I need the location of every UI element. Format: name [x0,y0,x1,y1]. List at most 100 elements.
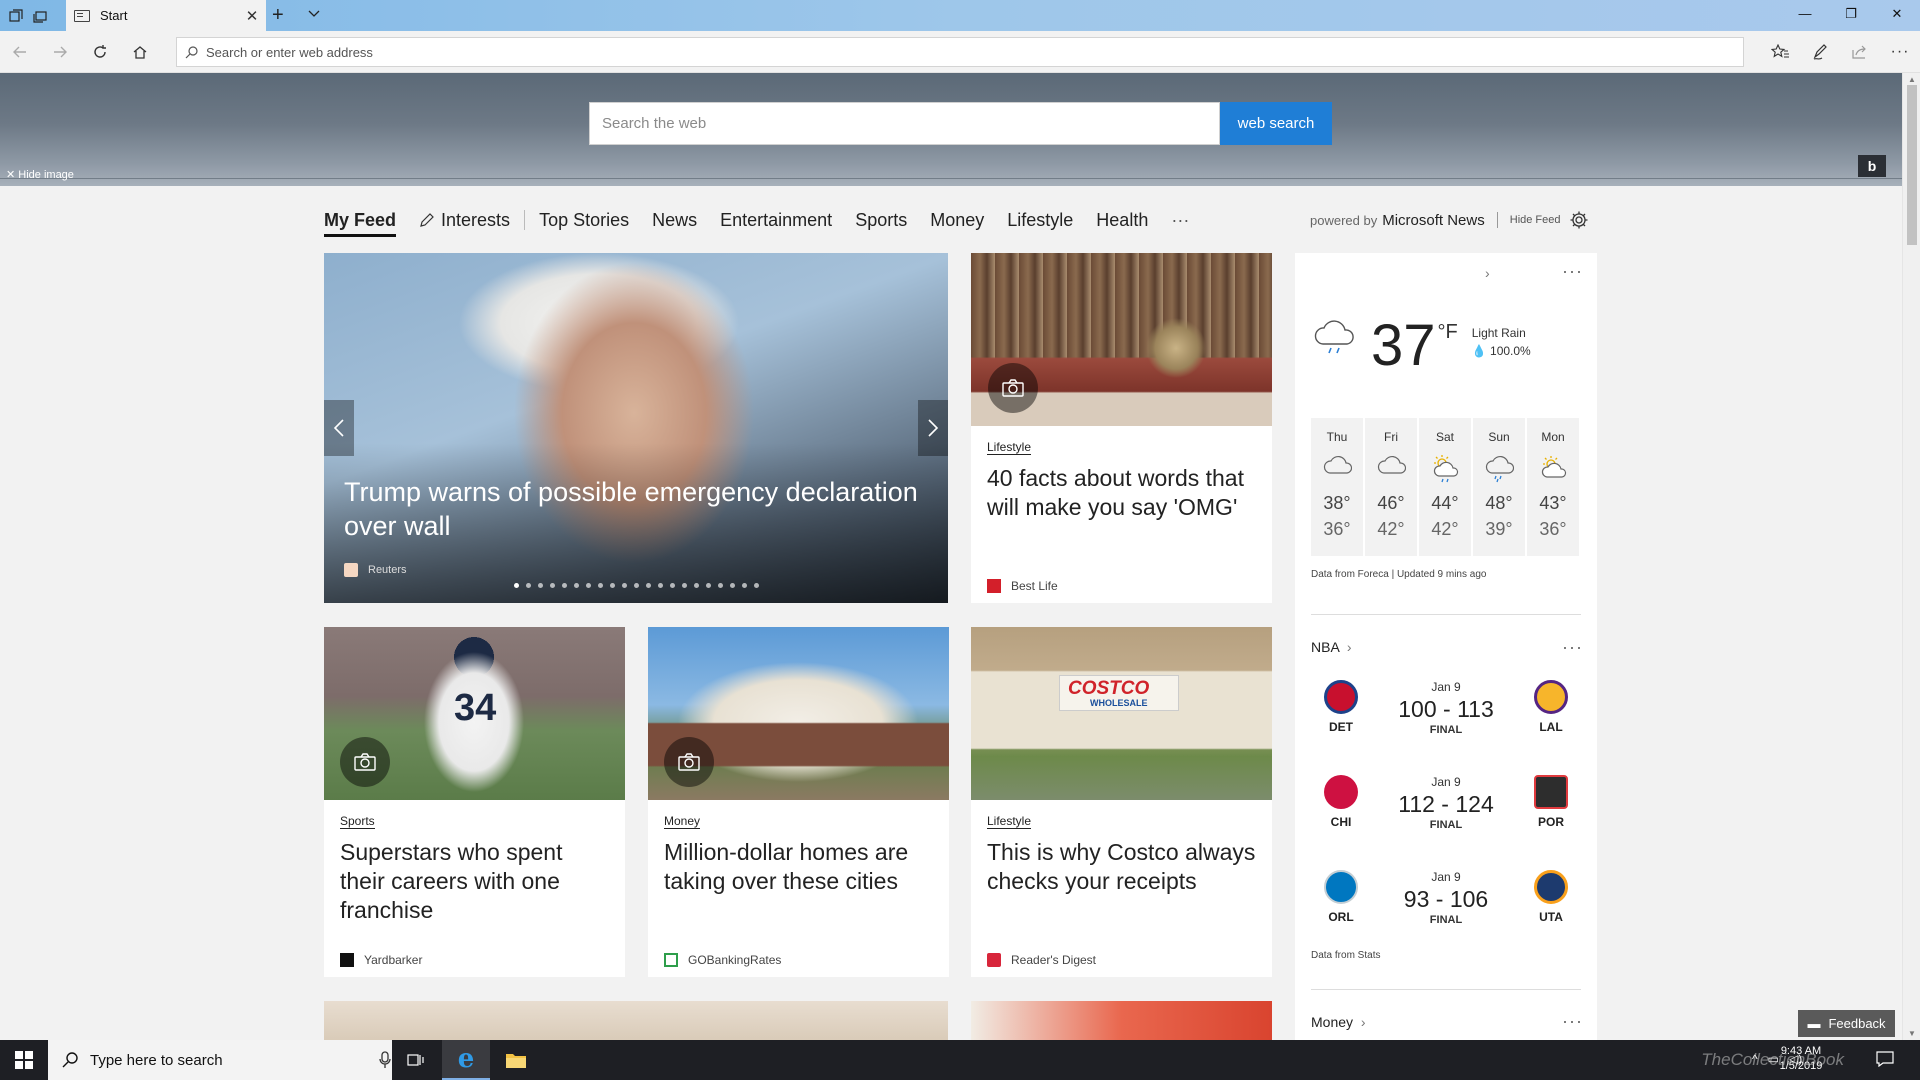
forecast-day[interactable]: Sun 48° 39° [1473,418,1525,556]
chevron-right-icon[interactable]: › [1485,265,1490,281]
story-card[interactable]: Money Million-dollar homes are taking ov… [648,627,949,977]
feedback-button[interactable]: ▬ Feedback [1798,1010,1895,1037]
tab-interests[interactable]: Interests [419,210,510,231]
forecast-day[interactable]: Fri 46° 42° [1365,418,1417,556]
story-card[interactable]: COSTCO WHOLESALE Lifestyle This is why C… [971,627,1272,977]
story-headline[interactable]: This is why Costco always checks your re… [987,838,1258,896]
tab-top-stories[interactable]: Top Stories [539,210,629,231]
tab-start[interactable]: Start ✕ [66,0,266,31]
more-options-icon[interactable]: ··· [1562,261,1583,282]
hide-feed-button[interactable]: Hide Feed [1510,214,1561,226]
story-card[interactable] [324,1001,948,1041]
tab-money[interactable]: Money [930,210,984,231]
tab-entertainment[interactable]: Entertainment [720,210,832,231]
story-headline[interactable]: Trump warns of possible emergency declar… [344,475,928,543]
minimize-icon[interactable]: — [1782,6,1828,21]
scroll-up-icon[interactable]: ▲ [1908,75,1916,84]
task-view-icon[interactable] [392,1040,440,1080]
hide-image-button[interactable]: ✕ Hide image [6,168,74,181]
carousel-dot[interactable] [586,583,591,588]
scroll-down-icon[interactable]: ▼ [1908,1029,1916,1038]
game-row[interactable]: DET Jan 9 100 - 113 FINAL LAL [1311,680,1581,760]
restore-icon[interactable]: ❐ [1828,6,1874,22]
taskbar-search-input[interactable]: Type here to search [90,1052,378,1069]
weather-data-source[interactable]: Data from Foreca | Updated 9 mins ago [1311,569,1486,580]
more-options-icon[interactable]: ··· [1562,1011,1583,1032]
more-tabs-button[interactable]: ··· [1171,210,1189,231]
tab-lifestyle[interactable]: Lifestyle [1007,210,1073,231]
story-category[interactable]: Sports [340,814,375,829]
forecast-day[interactable]: Sat 44° 42° [1419,418,1471,556]
game-row[interactable]: CHI Jan 9 112 - 124 FINAL POR [1311,775,1581,855]
story-category[interactable]: Lifestyle [987,440,1032,455]
bing-icon[interactable]: b [1858,155,1886,177]
address-bar[interactable]: Search or enter web address [176,37,1744,67]
carousel-dot[interactable] [682,583,687,588]
microsoft-news-link[interactable]: Microsoft News [1382,212,1485,229]
carousel-dot[interactable] [550,583,555,588]
vertical-scrollbar[interactable]: ▲ ▼ [1902,73,1920,1040]
address-input[interactable]: Search or enter web address [206,45,373,60]
carousel-dot[interactable] [598,583,603,588]
carousel-dot[interactable] [538,583,543,588]
featured-story-card[interactable]: Trump warns of possible emergency declar… [324,253,948,603]
carousel-prev-icon[interactable] [324,400,354,456]
story-headline[interactable]: 40 facts about words that will make you … [987,464,1258,522]
favorites-icon[interactable] [1768,41,1792,63]
tab-my-feed[interactable]: My Feed [324,210,397,237]
carousel-dot[interactable] [562,583,567,588]
more-icon[interactable]: ··· [1888,41,1912,63]
taskbar-search[interactable]: Type here to search [48,1040,392,1080]
refresh-icon[interactable] [88,41,112,63]
tab-actions-icon[interactable] [6,6,26,26]
close-tab-icon[interactable]: ✕ [242,7,262,25]
forecast-day[interactable]: Mon 43° 36° [1527,418,1579,556]
carousel-dot[interactable] [706,583,711,588]
carousel-dot[interactable] [514,583,519,588]
forecast-day[interactable]: Thu 38° 36° [1311,418,1363,556]
story-category[interactable]: Lifestyle [987,814,1032,829]
carousel-dot[interactable] [670,583,675,588]
edge-icon[interactable]: e [442,1040,490,1080]
more-options-icon[interactable]: ··· [1562,637,1583,658]
carousel-dot[interactable] [574,583,579,588]
carousel-dot[interactable] [610,583,615,588]
story-category[interactable]: Money [664,814,701,829]
home-icon[interactable] [128,41,152,63]
carousel-dot[interactable] [754,583,759,588]
carousel-dot[interactable] [718,583,723,588]
carousel-dot[interactable] [658,583,663,588]
story-card[interactable] [971,1001,1272,1041]
close-window-icon[interactable]: ✕ [1874,6,1920,22]
nba-data-source[interactable]: Data from Stats [1311,950,1380,961]
windows-start-icon[interactable] [0,1040,48,1080]
file-explorer-icon[interactable] [492,1040,540,1080]
scrollbar-thumb[interactable] [1907,85,1917,245]
carousel-dot[interactable] [622,583,627,588]
carousel-dot[interactable] [526,583,531,588]
set-aside-tabs-icon[interactable] [30,6,50,26]
gear-icon[interactable] [1569,210,1589,230]
tab-health[interactable]: Health [1096,210,1148,231]
web-search-button[interactable]: web search [1220,102,1332,145]
carousel-dot[interactable] [730,583,735,588]
game-row[interactable]: ORL Jan 9 93 - 106 FINAL UTA [1311,870,1581,950]
story-headline[interactable]: Superstars who spent their careers with … [340,838,611,925]
temperature-unit[interactable]: °F [1438,318,1458,346]
carousel-next-icon[interactable] [918,400,948,456]
carousel-dot[interactable] [742,583,747,588]
chevron-down-icon[interactable] [306,5,322,26]
current-weather[interactable]: 37 °F Light Rain 💧 100.0% [1311,317,1531,375]
story-card[interactable]: Lifestyle 40 facts about words that will… [971,253,1272,603]
pen-icon[interactable] [1808,41,1832,63]
story-headline[interactable]: Million-dollar homes are taking over the… [664,838,935,896]
nba-section-title[interactable]: NBA › [1311,639,1352,655]
carousel-dot[interactable] [646,583,651,588]
share-icon[interactable] [1848,41,1872,63]
carousel-dot[interactable] [694,583,699,588]
story-card[interactable]: 34 Sports Superstars who spent their car… [324,627,625,977]
back-icon[interactable] [8,41,32,63]
new-tab-icon[interactable]: + [272,4,284,27]
web-search-input[interactable]: Search the web [589,102,1220,145]
tab-sports[interactable]: Sports [855,210,907,231]
